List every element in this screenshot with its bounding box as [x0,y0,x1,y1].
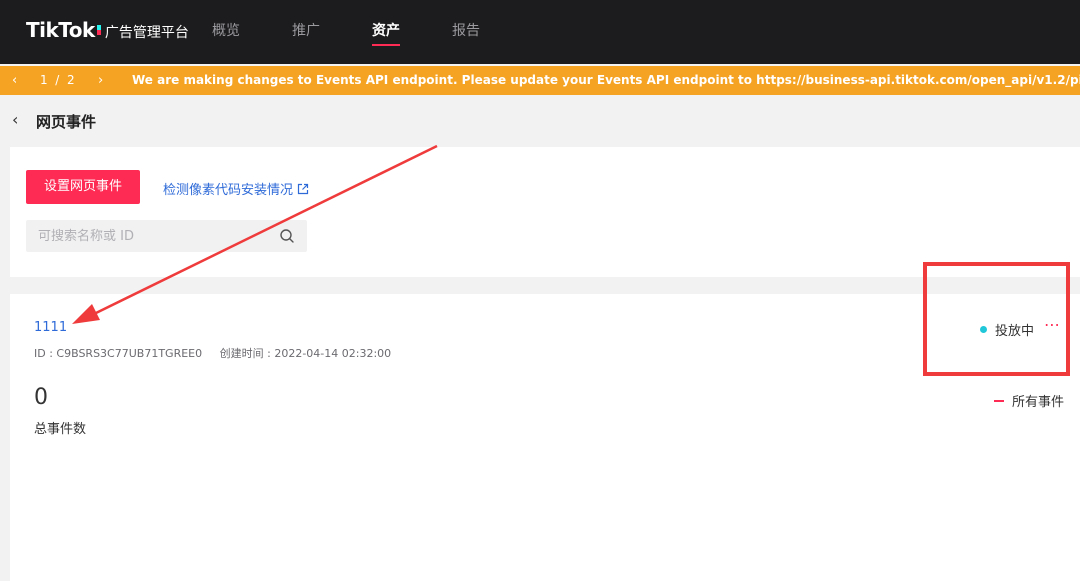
tiktok-logo[interactable]: TikTok 广告管理平台 [26,18,189,42]
total-events-value: 0 [34,385,48,410]
status-label: 投放中 [995,324,1035,339]
pixel-card: 1111 ID : C9BSRS3C77UB71TGREE0 创建时间 : 20… [10,294,1080,581]
setup-web-events-button[interactable]: 设置网页事件 [26,170,140,204]
page-title: 网页事件 [36,113,97,131]
chevron-left-icon[interactable]: ‹ [12,66,17,95]
check-pixel-install-link[interactable]: 检测像素代码安装情况 [163,179,309,198]
nav-reports[interactable]: 报告 [452,0,480,64]
logo-wordmark: TikTok [26,18,95,42]
events-line-chart [38,553,1062,555]
pixel-id: ID : C9BSRS3C77UB71TGREE0 [34,347,203,360]
toolbar-card: 设置网页事件 检测像素代码安装情况 [10,147,1080,277]
pager-current: 1 [40,73,48,87]
search-input[interactable] [26,220,276,252]
logo-colon-icon [96,25,101,35]
main-nav: 概览 推广 资产 报告 [212,0,532,64]
status-dot-icon [980,326,987,333]
pager-total: 2 [66,73,75,87]
pixel-created-time: 创建时间 : 2022-04-14 02:32:00 [219,347,392,360]
nav-overview[interactable]: 概览 [212,0,240,64]
status-badge: 投放中 [980,320,1034,339]
total-events-label: 总事件数 [34,422,87,437]
back-arrow-icon[interactable]: ‹ [12,110,18,129]
check-pixel-install-label: 检测像素代码安装情况 [163,183,294,198]
top-navigation-bar: TikTok 广告管理平台 概览 推广 资产 报告 [0,0,1080,64]
announcement-pager: 1 / 2 [40,73,75,87]
pixel-meta: ID : C9BSRS3C77UB71TGREE0 创建时间 : 2022-04… [34,345,391,361]
nav-assets[interactable]: 资产 [372,0,400,64]
more-options-icon[interactable]: ⋯ [1044,315,1061,334]
external-link-icon [297,183,309,194]
legend-label-all-events: 所有事件 [1012,395,1065,410]
chevron-right-icon[interactable]: › [98,66,103,95]
logo-subtitle: 广告管理平台 [104,25,189,41]
announcement-message: We are making changes to Events API endp… [132,73,1080,87]
search-icon[interactable] [279,228,295,244]
announcement-bar: ‹ 1 / 2 › We are making changes to Event… [0,66,1080,95]
nav-campaigns[interactable]: 推广 [292,0,320,64]
legend-swatch [994,399,1004,402]
search-box [26,220,307,252]
chart-legend: 所有事件 [994,391,1064,410]
pixel-name-link[interactable]: 1111 [34,320,67,335]
